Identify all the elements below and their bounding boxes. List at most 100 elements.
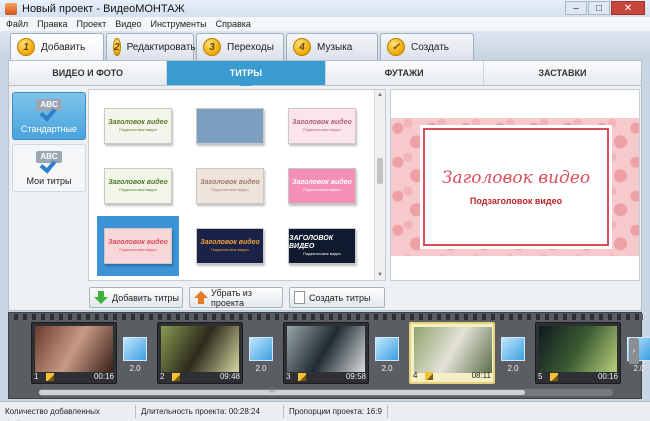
timeline-clip[interactable]: 2 09:48: [157, 322, 243, 384]
transition-duration: 2.0: [507, 364, 519, 373]
pencil-icon[interactable]: [425, 371, 433, 380]
title-template-thumb[interactable]: Заголовок видео Подзаголовок видео: [189, 156, 271, 216]
category-standard[interactable]: ABC Стандартные: [12, 92, 86, 140]
tab-create[interactable]: ✓ Создать: [380, 33, 474, 60]
status-file-count: Количество добавленных файлов: 5: [0, 405, 136, 421]
timeline-clip[interactable]: 3 09:58: [283, 322, 369, 384]
title-template-thumb[interactable]: [189, 96, 271, 156]
clip-duration: 00:16: [597, 372, 618, 381]
timeline-scrollbar[interactable]: ||||: [39, 387, 613, 396]
tab-edit[interactable]: 2 Редактировать: [106, 33, 196, 60]
template-title: Заголовок видео: [200, 179, 260, 186]
menu-help[interactable]: Справка: [216, 19, 251, 29]
clip-info-bar: 3 09:58: [286, 371, 366, 382]
content-area: ABC Стандартные ABC Мои титры Заголовок …: [8, 86, 642, 311]
template-title: Заголовок видео: [108, 179, 168, 186]
timeline-scroll-thumb[interactable]: ||||: [39, 387, 525, 395]
pencil-icon[interactable]: [172, 372, 180, 381]
clip-number: 4: [413, 371, 418, 380]
timeline-clip[interactable]: 4 08:11: [409, 322, 495, 384]
transition-duration: 2.0: [129, 364, 141, 373]
tab-transitions-label: Переходы: [227, 41, 274, 53]
template-subtitle: Подзаголовок видео: [119, 187, 157, 192]
maximize-button[interactable]: □: [588, 1, 610, 15]
title-template-thumb[interactable]: Заголовок видео Подзаголовок видео: [189, 216, 271, 276]
tab-add[interactable]: 1 Добавить: [10, 33, 104, 60]
clip-thumbnail: [539, 326, 617, 372]
close-button[interactable]: ✕: [611, 1, 645, 15]
transition-slot[interactable]: 2.0: [122, 337, 148, 381]
tab-music-label: Музыка: [317, 41, 353, 53]
minimize-button[interactable]: –: [565, 1, 587, 15]
template-subtitle: Подзаголовок видео: [211, 187, 249, 192]
transition-slot[interactable]: 2.0: [500, 337, 526, 381]
remove-from-project-button[interactable]: Убрать из проекта: [189, 287, 283, 308]
film-perforation: [9, 314, 643, 320]
clip-thumbnail: [161, 326, 239, 372]
template-title: Заголовок видео: [292, 119, 352, 126]
check-badge-icon: ✓: [387, 38, 405, 56]
subtab-footage[interactable]: ФУТАЖИ: [326, 61, 484, 85]
step-3-badge: 3: [203, 38, 221, 56]
arrow-down-icon: [94, 291, 108, 304]
transition-slot[interactable]: 2.0: [248, 337, 274, 381]
template-subtitle: Подзаголовок видео: [303, 187, 341, 192]
title-template-thumb[interactable]: Заголовок видео Подзаголовок видео: [281, 156, 363, 216]
add-titles-button[interactable]: Добавить титры: [89, 287, 183, 308]
window-title: Новый проект - ВидеоМОНТАЖ: [22, 2, 185, 15]
template-subtitle: Подзаголовок видео: [303, 127, 341, 132]
grid-scrollbar[interactable]: ▲ ▼: [374, 90, 385, 280]
pencil-icon[interactable]: [550, 372, 558, 381]
menu-video[interactable]: Видео: [115, 19, 141, 29]
timeline: 1 00:16 2.0 2 09:48 2.0 3 09:58 2.0 4 08:11 2.0 5 00:…: [8, 312, 650, 399]
clip-duration: 09:48: [219, 372, 240, 381]
preview-title: Заголовок видео: [441, 168, 591, 188]
title-bar: Новый проект - ВидеоМОНТАЖ – □ ✕: [0, 0, 650, 17]
timeline-next-icon[interactable]: ›: [629, 338, 639, 364]
create-titles-button[interactable]: Создать титры: [289, 287, 385, 308]
template-title: Заголовок видео: [200, 239, 260, 246]
document-icon: [294, 291, 305, 304]
title-template-thumb[interactable]: Заголовок видео Подзаголовок видео: [97, 156, 179, 216]
category-my-titles-label: Мои титры: [26, 175, 72, 186]
clip-number: 5: [538, 372, 543, 381]
clip-thumbnail: [414, 327, 492, 373]
menu-tools[interactable]: Инструменты: [151, 19, 207, 29]
clip-info-bar: 1 00:16: [34, 371, 114, 382]
action-buttons: Добавить титры Убрать из проекта Создать…: [89, 287, 389, 308]
category-my-titles[interactable]: ABC Мои титры: [12, 144, 86, 192]
timeline-clip[interactable]: 1 00:16: [31, 322, 117, 384]
scrollbar-thumb[interactable]: [377, 158, 383, 184]
scroll-down-icon[interactable]: ▼: [375, 270, 385, 280]
tab-music[interactable]: 4 Музыка: [286, 33, 378, 60]
scroll-up-icon[interactable]: ▲: [375, 90, 385, 100]
title-template-thumb[interactable]: ЗАГОЛОВОК ВИДЕО Подзаголовок видео: [281, 216, 363, 276]
clip-thumbnail: [35, 326, 113, 372]
step-4-badge: 4: [293, 38, 311, 56]
template-subtitle: Подзаголовок видео: [119, 127, 157, 132]
status-bar: Количество добавленных файлов: 5 Длитель…: [0, 401, 650, 421]
subtab-titles[interactable]: ТИТРЫ: [167, 61, 326, 91]
clip-number: 3: [286, 372, 291, 381]
pencil-icon[interactable]: [46, 372, 54, 381]
menu-file[interactable]: Файл: [6, 19, 28, 29]
abc-check-icon: ABC: [36, 98, 62, 122]
pencil-icon[interactable]: [298, 372, 306, 381]
preview-panel: Заголовок видео Подзаголовок видео: [390, 89, 640, 281]
title-template-thumb[interactable]: Заголовок видео Подзаголовок видео: [281, 96, 363, 156]
subtab-video-photo[interactable]: ВИДЕО И ФОТО: [9, 61, 168, 85]
timeline-clip[interactable]: 5 00:16: [535, 322, 621, 384]
menu-edit[interactable]: Правка: [37, 19, 67, 29]
tab-edit-label: Редактировать: [126, 41, 196, 53]
title-template-thumb[interactable]: Заголовок видео Подзаголовок видео: [97, 216, 179, 276]
menu-project[interactable]: Проект: [77, 19, 107, 29]
tab-transitions[interactable]: 3 Переходы: [196, 33, 284, 60]
transition-slot[interactable]: 2.0: [374, 337, 400, 381]
preview-image: Заголовок видео Подзаголовок видео: [391, 118, 639, 256]
template-preview: Заголовок видео Подзаголовок видео: [288, 168, 356, 204]
subtab-intros[interactable]: ЗАСТАВКИ: [484, 61, 641, 85]
title-template-thumb[interactable]: Заголовок видео Подзаголовок видео: [97, 96, 179, 156]
template-title: ЗАГОЛОВОК ВИДЕО: [289, 235, 333, 250]
category-standard-label: Стандартные: [20, 123, 78, 134]
transition-duration: 2.0: [255, 364, 267, 373]
